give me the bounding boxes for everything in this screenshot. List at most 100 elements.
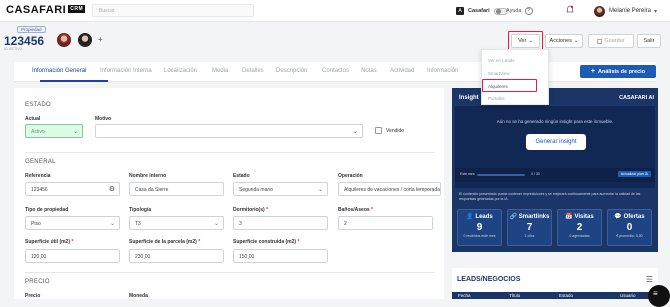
chevron-down-icon: ⌄ — [317, 187, 323, 193]
superficie-parcela-label: Superficie de la parcela (m2) * — [129, 239, 201, 245]
insight-panel: Insight CASAFARI AI Aún no se ha generad… — [452, 88, 658, 252]
analisis-precio-button[interactable]: + Análisis de precio — [580, 65, 656, 78]
superficie-parcela-input[interactable]: 230,00 — [129, 249, 224, 263]
superficie-construida-input[interactable]: 150,00 — [233, 249, 328, 263]
menu-item-ver-en-leads[interactable]: Ver en Leads — [488, 58, 515, 63]
casafari-app-icon: A — [456, 7, 464, 15]
casafari-label: Casafari — [468, 8, 490, 14]
insight-empty-message: Aún no se ha generado ningún insight par… — [496, 119, 614, 124]
tab-contactos[interactable]: Contactos — [322, 68, 349, 74]
estado-select[interactable]: Segunda mano ⌄ — [233, 182, 328, 196]
casafari-toggle-group: A Casafari — [456, 5, 508, 17]
tab-descripcion[interactable]: Descripción — [276, 68, 307, 74]
col-estado[interactable]: Estado — [559, 293, 573, 298]
motivo-select[interactable]: ⌄ — [95, 124, 363, 138]
main-form-panel: ESTADO Actual Activo ⌄ Motivo ⌄ Vendido … — [14, 88, 444, 299]
menu-item-portales[interactable]: Portales — [488, 96, 505, 101]
stat-smartlinks[interactable]: 🔗 Smartlinks 7 1 clics — [507, 209, 552, 246]
ver-dropdown-menu: Ver en Leads SmartView Alquileres Portal… — [481, 49, 549, 105]
stat-ofertas-label: 💬 Ofertas — [608, 213, 651, 220]
stat-visitas[interactable]: 📅 Visitas 2 0 agendadas — [557, 209, 602, 246]
chat-icon: 💬 — [614, 214, 622, 220]
superficie-construida-value: 150,00 — [239, 254, 255, 260]
list-icon[interactable]: ☰ — [646, 275, 653, 284]
stat-leads[interactable]: 👤 Leads 9 0 recibidos este mes — [457, 209, 502, 246]
link-icon: 🔗 — [509, 214, 518, 220]
tab-informacion[interactable]: Información — [427, 68, 458, 74]
add-agent-button[interactable]: + — [98, 35, 103, 44]
guardar-button[interactable]: Guardar — [588, 34, 634, 48]
col-fecha[interactable]: Fecha — [458, 293, 471, 298]
tab-actividad[interactable]: Actividad — [390, 68, 414, 74]
generate-insight-button[interactable]: Generar insight — [526, 134, 586, 150]
tab-media[interactable]: Media — [212, 68, 228, 74]
tab-informacion-general[interactable]: Información General — [32, 68, 86, 74]
stat-ofertas-label-text: Ofertas — [623, 214, 645, 220]
salir-button[interactable]: Salir — [637, 34, 661, 48]
superficie-util-value: 120,00 — [31, 254, 47, 260]
nombre-interno-input[interactable]: Casa da Sierre — [129, 182, 224, 196]
property-subtitle: ID: ACTIVO — [4, 47, 23, 51]
actual-value: Activo — [31, 129, 45, 135]
stat-leads-sub: 0 recibidos este mes — [463, 234, 496, 238]
motivo-label: Motivo — [95, 116, 112, 122]
search-input[interactable]: Buscar — [92, 4, 254, 17]
agent-avatar[interactable] — [78, 33, 92, 47]
tab-detalles[interactable]: Detalles — [242, 68, 264, 74]
agent-avatar[interactable] — [57, 33, 71, 47]
help-group[interactable]: Ayuda ? — [506, 5, 533, 17]
stat-smartlinks-sub: 1 clics — [524, 234, 535, 238]
tab-informacion-interna[interactable]: Información Interna — [100, 68, 152, 74]
acciones-button[interactable]: Acciones ⌄ — [545, 34, 583, 48]
dormitorios-label-text: Dormitorio(s) — [233, 207, 265, 213]
dormitorios-label: Dormitorio(s) * — [233, 207, 269, 213]
upgrade-ai-plan-button[interactable]: Actualizar plan IA — [617, 171, 651, 177]
referencia-input[interactable]: 123456 ⚙ — [25, 182, 120, 196]
vendido-label: Vendido — [386, 128, 405, 134]
highlight-box — [482, 79, 537, 92]
logo-text: CASAFARI — [6, 4, 67, 16]
operacion-value: Alquileres de vacaciones / corta tempora… — [344, 187, 440, 193]
user-menu[interactable]: Melanie Pereira ▾ — [594, 5, 657, 17]
menu-item-smartview[interactable]: SmartView — [488, 71, 510, 76]
dormitorios-input[interactable]: 3 — [233, 216, 328, 230]
col-titulo[interactable]: Título — [509, 293, 520, 298]
estado-value: Segunda mano — [239, 187, 273, 193]
superficie-util-label-text: Superficie útil (m2) — [25, 239, 71, 245]
leads-table-header: Fecha Título Estado Usuario — [452, 292, 658, 299]
superficie-util-input[interactable]: 120,00 — [25, 249, 120, 263]
vendido-checkbox[interactable] — [375, 127, 382, 134]
section-estado-title: ESTADO — [25, 102, 52, 108]
stat-smartlinks-label: 🔗 Smartlinks — [508, 213, 551, 220]
actual-select[interactable]: Activo ⌄ — [25, 124, 83, 138]
tipologia-label: Tipología — [129, 207, 152, 213]
stat-visitas-value: 2 — [576, 222, 583, 233]
casafari-logo[interactable]: CASAFARI CRM — [6, 4, 86, 16]
tipologia-select[interactable]: T3 ⌄ — [129, 216, 224, 230]
divider — [25, 272, 435, 273]
tab-notas[interactable]: Notas — [361, 68, 377, 74]
stat-visitas-label: 📅 Visitas — [558, 213, 601, 220]
col-usuario[interactable]: Usuario — [620, 293, 636, 298]
gear-icon[interactable]: ⚙ — [109, 185, 115, 193]
stat-visitas-sub: 0 agendadas — [569, 234, 590, 238]
banos-label: Baños/Aseos * — [338, 207, 374, 213]
tab-localizacion[interactable]: Localización — [164, 68, 197, 74]
precio-label: Precio — [25, 293, 41, 299]
stat-leads-label-text: Leads — [475, 214, 493, 220]
tipo-propiedad-select[interactable]: Piso ⌄ — [25, 216, 120, 230]
tipo-propiedad-value: Piso — [31, 221, 41, 227]
stat-ofertas[interactable]: 💬 Ofertas 0 € promedio: 0,00 — [607, 209, 652, 246]
notifications-bell[interactable] — [566, 4, 574, 16]
chevron-down-icon: ⌄ — [213, 221, 219, 227]
stat-ofertas-value: 0 — [626, 222, 633, 233]
operacion-select[interactable]: Alquileres de vacaciones / corta tempora… — [338, 182, 441, 196]
banos-input[interactable]: 2 — [338, 216, 433, 230]
superficie-parcela-label-text: Superficie de la parcela (m2) — [129, 239, 197, 245]
section-general-title: GENERAL — [25, 159, 56, 165]
insight-title: Insight — [459, 95, 479, 101]
analisis-precio-label: Análisis de precio — [598, 68, 646, 75]
floating-menu-button[interactable]: ≡ — [648, 285, 670, 307]
insight-disclaimer: El contenido presentado puede contener i… — [459, 192, 641, 201]
leads-panel: LEADS/NEGOCIOS ☰ Fecha Título Estado Usu… — [452, 268, 658, 299]
